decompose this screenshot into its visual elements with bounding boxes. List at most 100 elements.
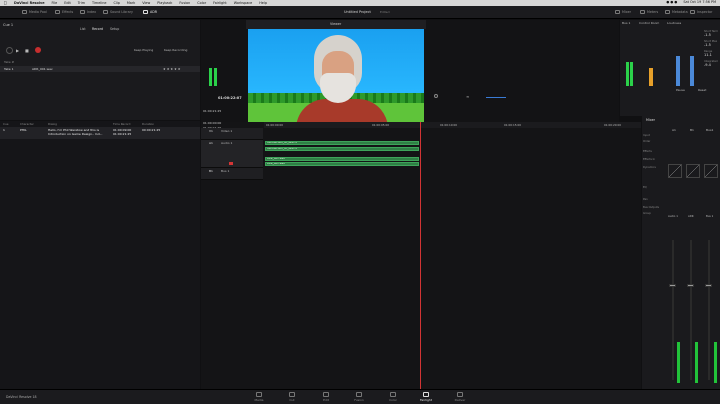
zoom-slider[interactable]	[486, 97, 506, 98]
track-name-b1: Bus 1	[221, 169, 230, 173]
dynamics-graph-b1[interactable]	[686, 164, 700, 178]
timeline-tc-1: 01:00:00:00	[203, 121, 222, 125]
mixer-title: Mixer	[646, 118, 655, 122]
ruler-mark-4: 01:00:15:00	[504, 123, 522, 127]
page-media[interactable]: Media	[247, 392, 271, 402]
cue-label: Cue 1	[3, 23, 14, 27]
effects-icon	[55, 10, 60, 14]
mixer-toggle[interactable]: Mixer	[615, 10, 631, 14]
meter-b1	[695, 342, 698, 383]
tab-list[interactable]: List	[80, 27, 86, 31]
menu-timeline[interactable]: Timeline	[92, 1, 106, 5]
dynamics-graph-bus1[interactable]	[704, 164, 718, 178]
dynamics-graph-a1[interactable]	[668, 164, 682, 178]
keep-playing-toggle[interactable]: Keep Playing	[134, 48, 153, 52]
media-pool-button[interactable]: Media Pool	[22, 10, 47, 14]
clip-a1-2[interactable]: Introduction_on_GDE-4	[265, 147, 419, 151]
record-button[interactable]	[35, 47, 41, 53]
rewind-button[interactable]	[6, 47, 13, 54]
track-header-a1[interactable]: A1 Audio 1	[201, 140, 263, 168]
metadata-toggle[interactable]: Metadata	[665, 10, 688, 14]
clip-a1-1[interactable]: Introduction_on_GDE-4	[265, 141, 419, 145]
timeline: 01:00:00:00 01:00:21:25 01:00:21:25 01:0…	[201, 109, 641, 389]
menu-workspace[interactable]: Workspace	[234, 1, 253, 5]
menu-trim[interactable]: Trim	[78, 1, 85, 5]
menu-file[interactable]: File	[52, 1, 58, 5]
page-fairlight[interactable]: Fairlight	[414, 392, 438, 402]
timeline-tc-3: 01:00:21:25	[203, 109, 222, 113]
mixer-ch-bus1: Bus1	[706, 128, 714, 132]
pause-button[interactable]: Pause	[676, 88, 685, 92]
sound-library-button[interactable]: Sound Library	[103, 10, 133, 14]
track-header-v1[interactable]: V1 Video 1	[201, 128, 263, 140]
bus-meter-r	[630, 62, 633, 86]
track-id-b1: B1	[209, 169, 213, 173]
menu-color[interactable]: Color	[197, 1, 206, 5]
track-name-a1: Audio 1	[221, 141, 233, 145]
page-fusion[interactable]: Fusion	[347, 392, 371, 402]
adr-button[interactable]: ADR	[143, 10, 157, 14]
play-icon[interactable]: ▶	[16, 48, 19, 53]
mixer-icon	[615, 10, 620, 14]
timeline-tools: ∞	[426, 94, 620, 100]
loop-icon[interactable]	[434, 94, 438, 98]
cue-list: Cue Character Dialog Time Record Duratio…	[0, 121, 200, 389]
bus-meter-l	[626, 62, 629, 86]
project-title: Untitled Project	[344, 10, 371, 14]
screen: { "menubar": { "app": "DaVinci Resolve",…	[0, 0, 720, 404]
apple-icon[interactable]: 	[4, 0, 6, 5]
row-group: Group	[643, 212, 651, 215]
reset-button[interactable]: Reset	[698, 88, 706, 92]
menu-help[interactable]: Help	[259, 1, 267, 5]
menu-playback[interactable]: Playback	[157, 1, 172, 5]
clip-adr-2[interactable]: ADR_001.wav	[265, 162, 419, 166]
stop-icon[interactable]: ■	[25, 48, 29, 53]
menu-view[interactable]: View	[142, 1, 150, 5]
keep-recording-toggle[interactable]: Keep Recording	[164, 48, 187, 52]
cue-dialog-line2: Introduction on Game Design.. Ind...	[48, 132, 103, 136]
page-color[interactable]: Color	[381, 392, 405, 402]
col-character: Character	[20, 122, 34, 126]
page-deliver[interactable]: Deliver	[448, 392, 472, 402]
row-order: Order	[643, 140, 651, 143]
col-time-record: Time Record	[113, 122, 131, 126]
clip-adr-1[interactable]: ADR_001.wav	[265, 157, 419, 161]
fader-track-bus1	[708, 240, 710, 380]
fader-track-a1	[672, 240, 674, 380]
link-icon[interactable]: ∞	[466, 94, 469, 99]
loudness-meter-1	[676, 56, 680, 86]
fader-a1[interactable]	[669, 284, 676, 287]
playhead[interactable]	[420, 122, 421, 389]
take-rating[interactable]: ★★★★★	[163, 67, 181, 71]
menu-fusion[interactable]: Fusion	[179, 1, 190, 5]
index-button[interactable]: Index	[80, 10, 96, 14]
tab-record[interactable]: Record	[92, 27, 103, 31]
fader-b1[interactable]	[687, 284, 694, 287]
tab-setup[interactable]: Setup	[110, 27, 119, 31]
menu-mark[interactable]: Mark	[127, 1, 135, 5]
page-cut[interactable]: Cut	[280, 392, 304, 402]
page-edit[interactable]: Edit	[314, 392, 338, 402]
metadata-icon	[665, 10, 670, 14]
menu-fairlight[interactable]: Fairlight	[213, 1, 227, 5]
col-dialog: Dialog	[48, 122, 57, 126]
edit-page-icon	[323, 392, 329, 397]
row-pan: Pan	[643, 198, 648, 201]
meters-toggle[interactable]: Meters	[640, 10, 658, 14]
app-menu[interactable]: DaVinci Resolve	[14, 1, 45, 5]
take-header: Take #	[4, 60, 15, 64]
menu-clip[interactable]: Clip	[113, 1, 119, 5]
effects-button[interactable]: Effects	[55, 10, 73, 14]
track-header-b1[interactable]: B1 Bus 1	[201, 168, 263, 180]
inspector-toggle[interactable]: Inspector	[690, 10, 712, 14]
left-meter-2	[214, 68, 217, 86]
cue-duration: 00:00:21:25	[142, 128, 161, 132]
menu-edit[interactable]: Edit	[64, 1, 71, 5]
timeline-ruler[interactable]: 01:00:00:00 01:00:05:00 01:00:10:00 01:0…	[264, 122, 641, 128]
fader-bus1[interactable]	[705, 284, 712, 287]
arm-record-button[interactable]	[229, 162, 233, 165]
deliver-page-icon	[457, 392, 463, 397]
loudness-label: Loudness	[667, 21, 682, 25]
viewer-frame[interactable]	[248, 29, 424, 129]
take-id: Take 1	[4, 67, 14, 71]
